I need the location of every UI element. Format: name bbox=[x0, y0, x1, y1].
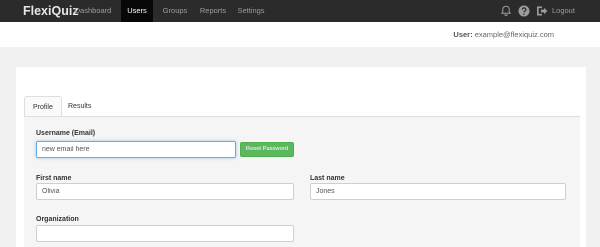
nav-item-groups[interactable]: Groups bbox=[160, 0, 190, 22]
first-name-field[interactable] bbox=[36, 183, 294, 200]
tab-profile[interactable]: Profile bbox=[24, 96, 62, 117]
last-name-label: Last name bbox=[310, 175, 345, 182]
nav-item-dashboard[interactable]: Dashboard bbox=[68, 0, 118, 22]
nav-item-reports[interactable]: Reports bbox=[198, 0, 228, 22]
tab-results[interactable]: Results bbox=[60, 96, 99, 117]
current-user-info: User: example@flexiquiz.com bbox=[453, 30, 554, 39]
user-prefix: User: bbox=[453, 30, 473, 39]
username-email-field[interactable] bbox=[36, 141, 236, 158]
top-navbar: FlexiQuiz Dashboard Users Groups Reports… bbox=[0, 0, 600, 22]
last-name-field[interactable] bbox=[310, 183, 566, 200]
user-bar: User: example@flexiquiz.com bbox=[0, 22, 600, 47]
user-email: example@flexiquiz.com bbox=[474, 30, 554, 39]
organization-field[interactable] bbox=[36, 225, 294, 242]
logout-link[interactable]: Logout bbox=[552, 0, 575, 22]
username-label: Username (Email) bbox=[36, 130, 96, 137]
nav-item-settings[interactable]: Settings bbox=[236, 0, 266, 22]
bell-icon[interactable] bbox=[500, 5, 512, 17]
reset-password-button[interactable]: Reset Password bbox=[240, 142, 294, 157]
organization-label: Organization bbox=[36, 216, 79, 223]
first-name-label: First name bbox=[36, 175, 72, 182]
logout-icon[interactable] bbox=[536, 5, 548, 17]
nav-item-users[interactable]: Users bbox=[121, 0, 153, 22]
help-icon[interactable] bbox=[518, 5, 530, 17]
